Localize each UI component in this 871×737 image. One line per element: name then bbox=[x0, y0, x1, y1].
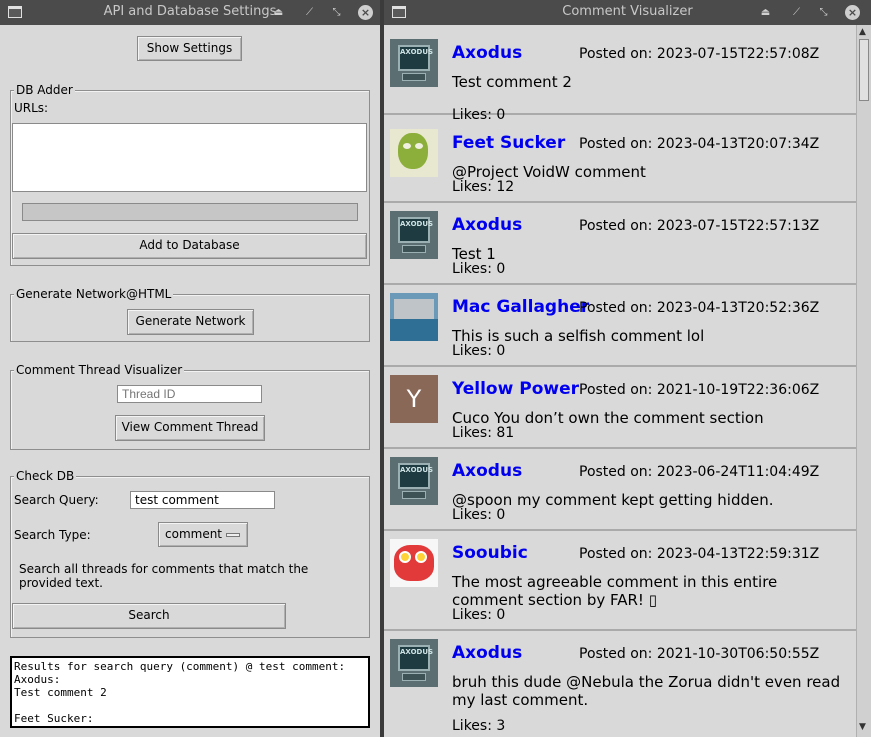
restore-icon[interactable]: ⤡ bbox=[816, 5, 831, 20]
comment-likes: Likes: 0 bbox=[452, 507, 506, 523]
avatar bbox=[390, 539, 438, 587]
comment-author-link[interactable]: Feet Sucker bbox=[452, 133, 565, 153]
comment-item: Mac Gallagher Posted on: 2023-04-13T20:52… bbox=[384, 287, 856, 367]
comment-text: Test 1 bbox=[452, 245, 496, 263]
comment-likes: Likes: 81 bbox=[452, 425, 515, 441]
visualizer-titlebar[interactable]: Comment Visualizer ⏏ ⟋ ⤡ × bbox=[384, 0, 871, 25]
eject-icon[interactable]: ⏏ bbox=[758, 5, 773, 20]
comment-author-link[interactable]: Axodus bbox=[452, 461, 522, 481]
thread-id-input[interactable] bbox=[117, 385, 262, 403]
search-description: Search all threads for comments that mat… bbox=[19, 562, 309, 590]
comment-text: Test comment 2 bbox=[452, 73, 572, 91]
avatar: AXODUS bbox=[390, 39, 438, 87]
comment-author-link[interactable]: Axodus bbox=[452, 215, 522, 235]
avatar: AXODUS bbox=[390, 211, 438, 259]
search-type-value: comment bbox=[165, 527, 223, 541]
comment-item: AXODUS Axodus Posted on: 2023-07-15T22:57:… bbox=[384, 33, 856, 123]
comment-text: bruh this dude @Nebula the Zorua didn't … bbox=[452, 673, 841, 709]
comment-item: AXODUS Axodus Posted on: 2023-06-24T11:04:… bbox=[384, 451, 856, 531]
avatar bbox=[390, 129, 438, 177]
avatar: AXODUS bbox=[390, 457, 438, 505]
comment-author-link[interactable]: Axodus bbox=[452, 643, 522, 663]
comment-likes: Likes: 12 bbox=[452, 179, 515, 195]
search-results-output[interactable]: Results for search query (comment) @ tes… bbox=[10, 656, 370, 728]
comment-posted-date: Posted on: 2023-07-15T22:57:08Z bbox=[579, 46, 820, 62]
comment-text: The most agreeable comment in this entir… bbox=[452, 573, 778, 609]
thread-visualizer-legend: Comment Thread Visualizer bbox=[14, 363, 185, 377]
comment-author-link[interactable]: Axodus bbox=[452, 43, 522, 63]
add-to-database-button[interactable]: Add to Database bbox=[12, 233, 367, 259]
check-db-legend: Check DB bbox=[14, 469, 77, 483]
settings-window: API and Database Settings ⏏ ⟋ ⤡ × Show S… bbox=[0, 0, 380, 737]
comment-item: AXODUS Axodus Posted on: 2021-10-30T06:50:… bbox=[384, 633, 856, 737]
dropdown-indicator-icon bbox=[226, 533, 240, 537]
comment-likes: Likes: 0 bbox=[452, 261, 506, 277]
comment-item: Y Yellow Power Posted on: 2021-10-19T22:36… bbox=[384, 369, 856, 449]
minimize-icon[interactable]: ⟋ bbox=[789, 5, 804, 20]
comment-author-link[interactable]: Mac Gallagher bbox=[452, 297, 589, 317]
comment-posted-date: Posted on: 2021-10-19T22:36:06Z bbox=[579, 382, 820, 398]
comment-author-link[interactable]: Yellow Power bbox=[452, 379, 579, 399]
comment-posted-date: Posted on: 2023-04-13T20:07:34Z bbox=[579, 136, 820, 152]
show-settings-button[interactable]: Show Settings bbox=[137, 36, 242, 61]
comment-posted-date: Posted on: 2023-06-24T11:04:49Z bbox=[579, 464, 820, 480]
generate-network-button[interactable]: Generate Network bbox=[127, 309, 254, 335]
comment-likes: Likes: 0 bbox=[452, 607, 506, 623]
scroll-thumb[interactable] bbox=[859, 39, 869, 101]
comment-posted-date: Posted on: 2023-04-13T20:52:36Z bbox=[579, 300, 820, 316]
restore-icon[interactable]: ⤡ bbox=[329, 5, 344, 20]
comment-likes: Likes: 0 bbox=[452, 343, 506, 359]
comment-posted-date: Posted on: 2023-07-15T22:57:13Z bbox=[579, 218, 820, 234]
urls-textarea[interactable] bbox=[12, 123, 367, 192]
search-query-input[interactable]: test comment bbox=[130, 491, 275, 509]
comment-item: Sooubic Posted on: 2023-04-13T22:59:31Z Th… bbox=[384, 533, 856, 631]
view-comment-thread-button[interactable]: View Comment Thread bbox=[115, 415, 265, 441]
comment-item: Feet Sucker Posted on: 2023-04-13T20:07:3… bbox=[384, 123, 856, 203]
comment-text: @spoon my comment kept getting hidden. bbox=[452, 491, 774, 509]
comment-author-link[interactable]: Sooubic bbox=[452, 543, 528, 563]
search-query-label: Search Query: bbox=[14, 493, 99, 507]
search-button[interactable]: Search bbox=[12, 603, 286, 629]
comment-scrollbar[interactable]: ▲ ▼ bbox=[856, 25, 871, 737]
comment-posted-date: Posted on: 2021-10-30T06:50:55Z bbox=[579, 646, 820, 662]
search-type-label: Search Type: bbox=[14, 528, 91, 542]
search-type-select[interactable]: comment bbox=[158, 522, 248, 547]
close-icon[interactable]: × bbox=[845, 5, 860, 20]
close-icon[interactable]: × bbox=[358, 5, 373, 20]
scroll-up-icon[interactable]: ▲ bbox=[859, 27, 866, 37]
comment-likes: Likes: 3 bbox=[452, 718, 506, 734]
generate-network-legend: Generate Network@HTML bbox=[14, 287, 174, 301]
urls-label: URLs: bbox=[14, 101, 49, 115]
eject-icon[interactable]: ⏏ bbox=[271, 5, 286, 20]
db-adder-legend: DB Adder bbox=[14, 83, 75, 97]
scroll-down-icon[interactable]: ▼ bbox=[859, 722, 866, 732]
comment-visualizer-window: Comment Visualizer ⏏ ⟋ ⤡ × AXODUS Axodus P… bbox=[384, 0, 871, 737]
comment-item: AXODUS Axodus Posted on: 2023-07-15T22:57:… bbox=[384, 205, 856, 285]
comment-posted-date: Posted on: 2023-04-13T22:59:31Z bbox=[579, 546, 820, 562]
minimize-icon[interactable]: ⟋ bbox=[302, 5, 317, 20]
progress-bar bbox=[22, 203, 358, 221]
avatar-letter: Y bbox=[390, 375, 438, 423]
avatar: AXODUS bbox=[390, 639, 438, 687]
comment-text: This is such a selfish comment lol bbox=[452, 327, 705, 345]
comment-likes: Likes: 0 bbox=[452, 107, 506, 123]
avatar bbox=[390, 293, 438, 341]
settings-titlebar[interactable]: API and Database Settings ⏏ ⟋ ⤡ × bbox=[0, 0, 380, 25]
comment-list[interactable]: AXODUS Axodus Posted on: 2023-07-15T22:57:… bbox=[384, 25, 856, 737]
settings-window-title: API and Database Settings bbox=[103, 4, 277, 19]
